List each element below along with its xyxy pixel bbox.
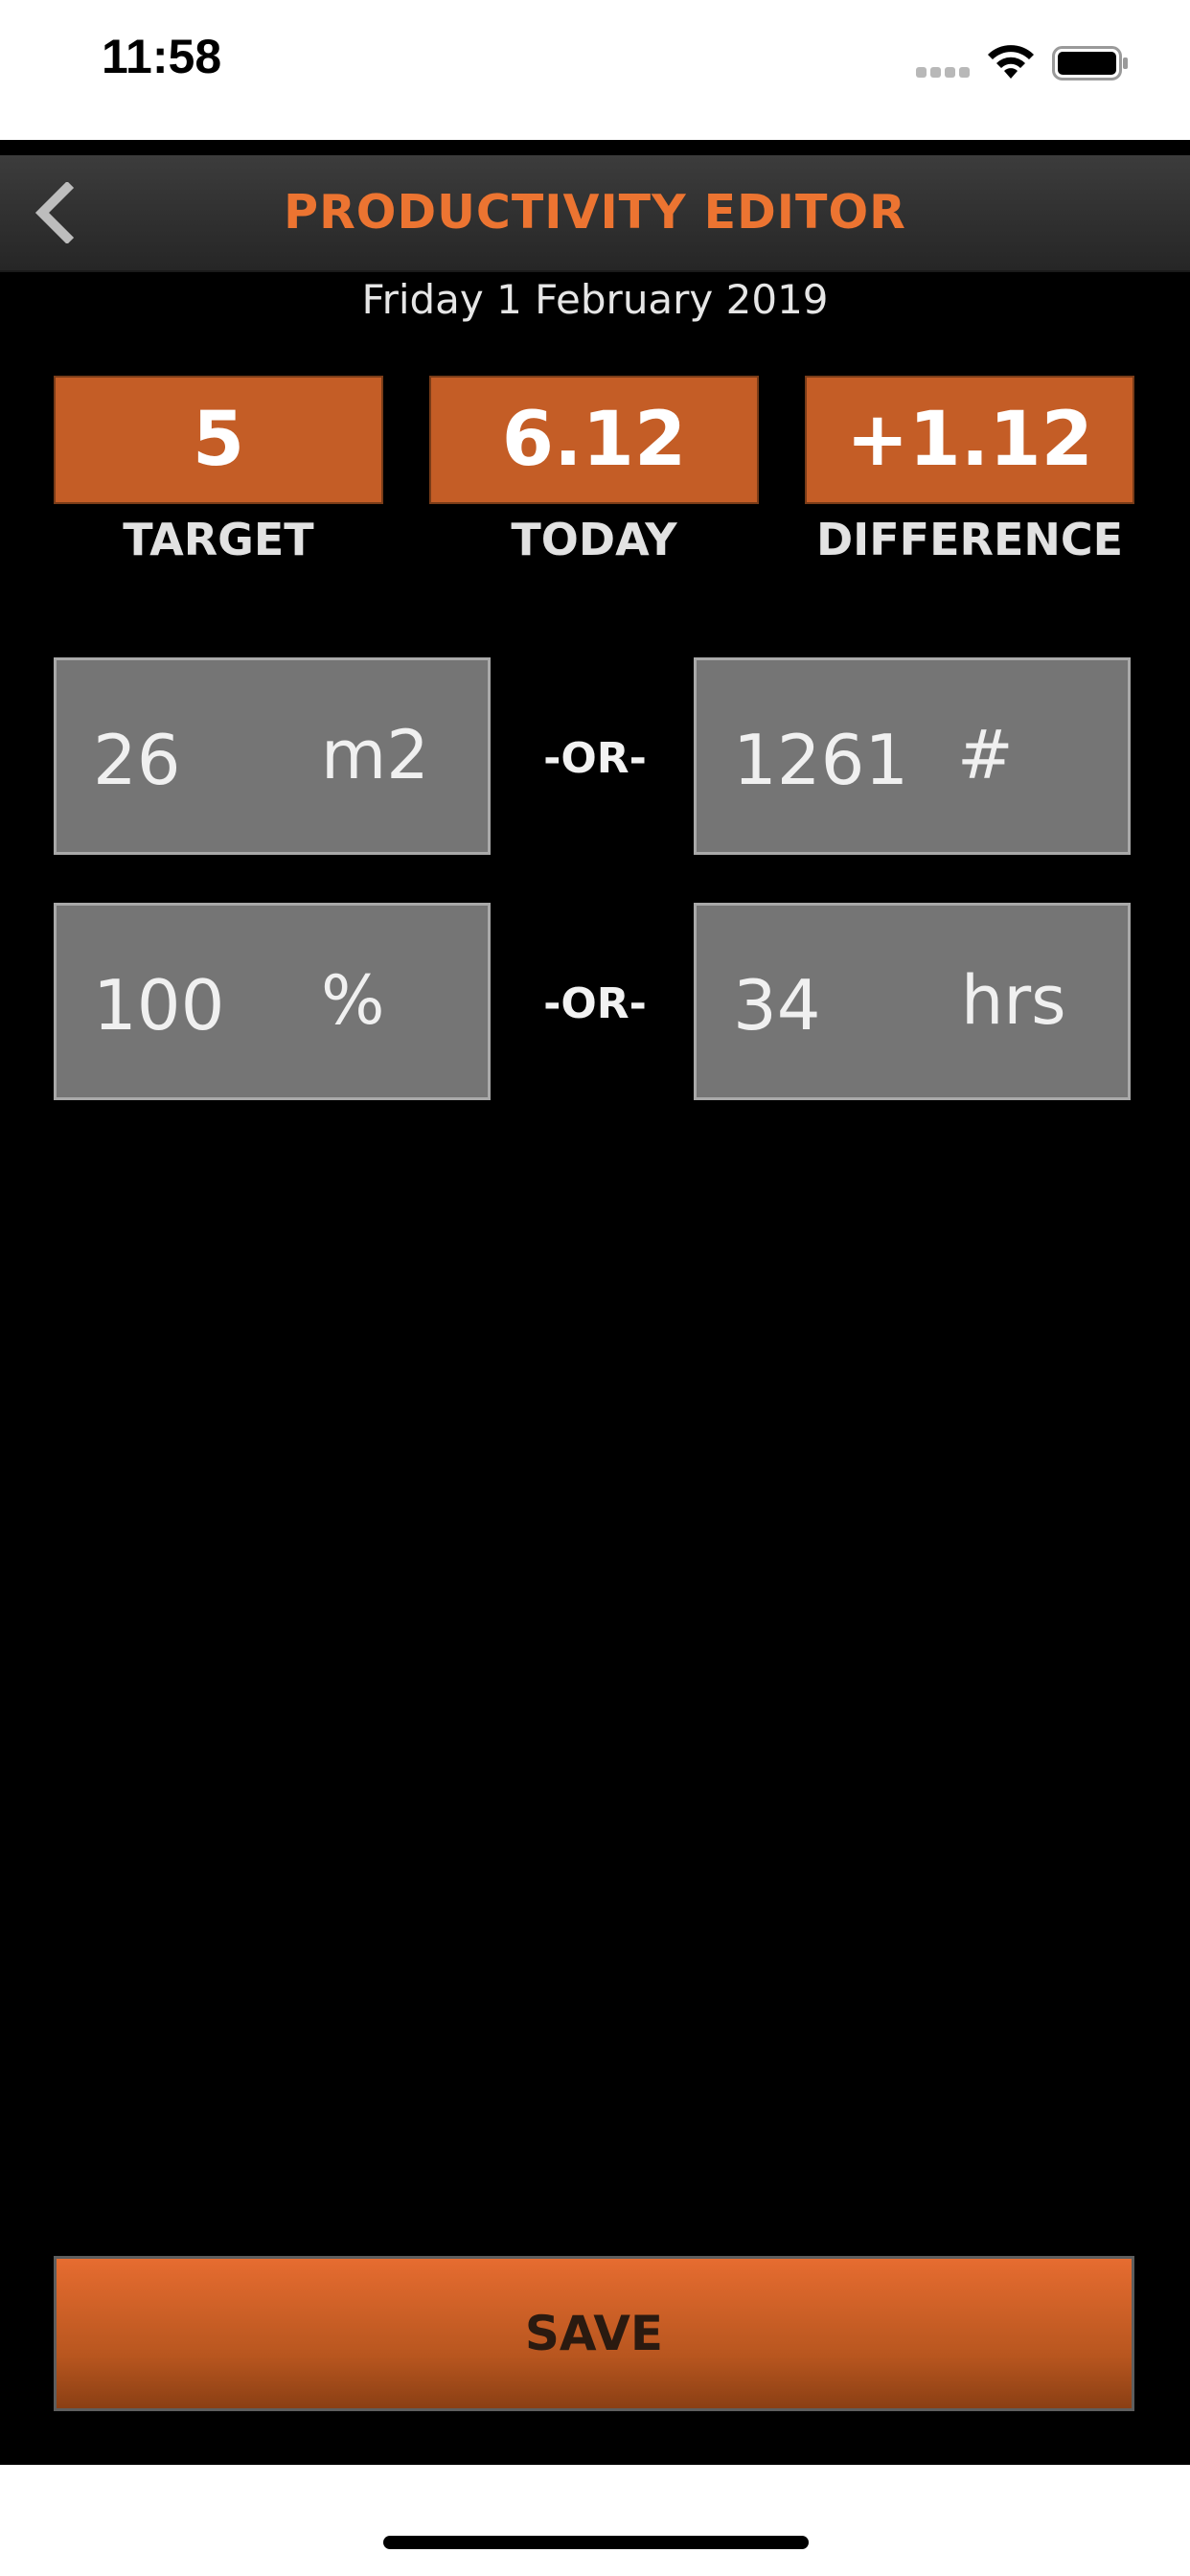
percent-value: 100 bbox=[93, 965, 225, 1046]
difference-label: DIFFERENCE bbox=[815, 514, 1124, 565]
hours-unit: hrs bbox=[961, 961, 1066, 1040]
percent-unit: % bbox=[321, 961, 385, 1040]
battery-icon bbox=[1052, 46, 1128, 80]
or-separator: -OR- bbox=[543, 734, 647, 783]
stat-target: 5 TARGET bbox=[54, 376, 383, 565]
navigation-bar: PRODUCTIVITY EDITOR bbox=[0, 155, 1190, 272]
today-label: TODAY bbox=[511, 514, 677, 565]
page-title: PRODUCTIVITY EDITOR bbox=[284, 185, 906, 240]
status-bar: 11:58 bbox=[0, 0, 1190, 140]
status-time: 11:58 bbox=[102, 30, 222, 83]
hours-value: 34 bbox=[733, 965, 821, 1046]
area-value: 26 bbox=[93, 720, 181, 800]
target-label: TARGET bbox=[123, 514, 314, 565]
count-value: 1261 bbox=[733, 720, 909, 800]
difference-value: +1.12 bbox=[805, 376, 1134, 504]
stat-today: 6.12 TODAY bbox=[429, 376, 759, 565]
or-separator: -OR- bbox=[543, 979, 647, 1028]
save-button[interactable]: SAVE bbox=[54, 2256, 1134, 2411]
count-unit: # bbox=[957, 716, 1014, 794]
home-indicator[interactable] bbox=[383, 2536, 809, 2549]
hours-input[interactable]: 34 hrs bbox=[694, 903, 1131, 1100]
date-label: Friday 1 February 2019 bbox=[361, 276, 829, 323]
app-screen: PRODUCTIVITY EDITOR Friday 1 February 20… bbox=[0, 140, 1190, 2465]
percent-input[interactable]: 100 % bbox=[54, 903, 491, 1100]
target-value: 5 bbox=[54, 376, 383, 504]
count-input[interactable]: 1261 # bbox=[694, 657, 1131, 855]
area-input[interactable]: 26 m2 bbox=[54, 657, 491, 855]
stat-difference: +1.12 DIFFERENCE bbox=[805, 376, 1134, 565]
today-value: 6.12 bbox=[429, 376, 759, 504]
cellular-signal-icon bbox=[916, 67, 972, 79]
wifi-icon bbox=[988, 45, 1034, 79]
area-unit: m2 bbox=[321, 716, 429, 794]
